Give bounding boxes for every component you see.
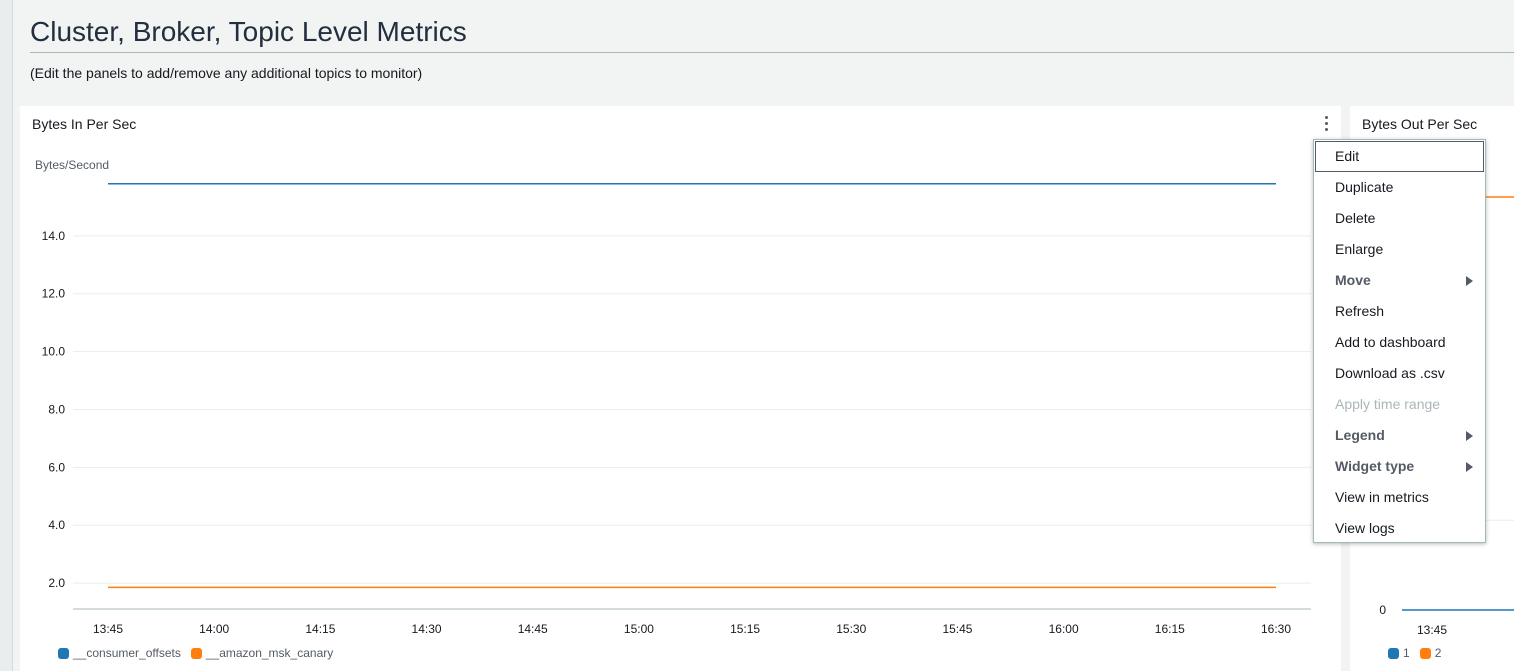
section-divider	[30, 52, 1514, 53]
submenu-caret-icon	[1466, 462, 1473, 472]
x-tick-label: 15:00	[624, 622, 654, 636]
x-tick-label: 13:45	[1417, 623, 1447, 637]
section-title: Cluster, Broker, Topic Level Metrics	[30, 16, 467, 47]
menu-item-delete[interactable]: Delete	[1314, 203, 1485, 234]
menu-item-label: Move	[1335, 272, 1371, 288]
menu-item-enlarge[interactable]: Enlarge	[1314, 234, 1485, 265]
x-tick-label: 14:30	[412, 622, 442, 636]
menu-item-label: Duplicate	[1335, 179, 1394, 195]
legend-item-amazon-msk-canary[interactable]: __amazon_msk_canary	[190, 646, 334, 660]
section-header: Cluster, Broker, Topic Level Metrics (Ed…	[18, 0, 1514, 104]
legend-label: __consumer_offsets	[73, 646, 181, 660]
x-tick-label: 16:00	[1049, 622, 1079, 636]
x-tick-label: 15:30	[836, 622, 866, 636]
legend-item-consumer-offsets[interactable]: __consumer_offsets	[58, 646, 181, 660]
x-tick-label: 16:30	[1261, 622, 1291, 636]
menu-item-apply-time-range: Apply time range	[1314, 389, 1485, 420]
legend-label: 2	[1434, 646, 1442, 660]
menu-item-label: View logs	[1335, 520, 1395, 536]
bytes-in-chart: 2.0 4.0 6.0 8.0 10.0 12.0 14.0 13:45 14:00 14:15 1…	[42, 183, 1311, 636]
legend-swatch	[1419, 647, 1431, 659]
menu-item-label: Apply time range	[1335, 396, 1441, 412]
legend-label: 1	[1403, 646, 1410, 660]
section-description: (Edit the panels to add/remove any addit…	[30, 65, 423, 81]
submenu-caret-icon	[1466, 276, 1473, 286]
menu-item-download-csv[interactable]: Download as .csv	[1314, 358, 1485, 389]
menu-item-label: Widget type	[1335, 458, 1415, 474]
x-tick-label: 14:00	[199, 622, 229, 636]
submenu-caret-icon	[1466, 431, 1473, 441]
left-edge-strip	[0, 0, 13, 671]
widget-context-menu: Edit Duplicate Delete Enlarge Move Refre…	[1313, 139, 1486, 543]
menu-item-label: Delete	[1335, 210, 1376, 226]
legend-swatch	[190, 647, 202, 659]
menu-item-add-to-dashboard[interactable]: Add to dashboard	[1314, 327, 1485, 358]
menu-item-label: Enlarge	[1335, 241, 1384, 257]
menu-item-widget-type[interactable]: Widget type	[1314, 451, 1485, 482]
menu-item-legend[interactable]: Legend	[1314, 420, 1485, 451]
menu-item-edit[interactable]: Edit	[1315, 141, 1484, 172]
x-tick-label: 14:45	[518, 622, 548, 636]
widget-bytes-in-per-sec[interactable]: Bytes In Per Sec Bytes/Second 2.0 4.0 6.0 8…	[20, 106, 1341, 671]
legend-swatch	[58, 647, 69, 659]
x-tick-label: 15:15	[730, 622, 760, 636]
y-tick-label: 4.0	[48, 518, 65, 532]
menu-item-label: Edit	[1335, 148, 1360, 164]
legend-item-2[interactable]: 2	[1419, 646, 1442, 660]
y-tick-label: 12.0	[42, 287, 66, 301]
legend-item-1[interactable]: 1	[1388, 646, 1410, 660]
y-tick-label: 0	[1379, 603, 1386, 617]
y-tick-label: 10.0	[42, 345, 66, 359]
menu-item-label: Add to dashboard	[1335, 334, 1446, 350]
menu-item-duplicate[interactable]: Duplicate	[1314, 172, 1485, 203]
menu-item-label: Legend	[1335, 427, 1385, 443]
y-tick-label: 6.0	[48, 460, 65, 474]
menu-item-view-logs[interactable]: View logs	[1314, 513, 1485, 544]
y-tick-label: 2.0	[48, 576, 65, 590]
menu-item-view-in-metrics[interactable]: View in metrics	[1314, 482, 1485, 513]
menu-item-label: View in metrics	[1335, 489, 1429, 505]
chart-legend: 1 2	[1388, 646, 1441, 660]
chart-legend: __consumer_offsets __amazon_msk_canary	[58, 646, 333, 660]
y-tick-label: 14.0	[42, 229, 66, 243]
legend-swatch	[1388, 647, 1399, 659]
x-tick-label: 13:45	[93, 622, 123, 636]
x-tick-label: 14:15	[305, 622, 335, 636]
y-tick-label: 8.0	[48, 402, 65, 416]
menu-item-move[interactable]: Move	[1314, 265, 1485, 296]
x-tick-label: 15:45	[942, 622, 972, 636]
menu-item-label: Refresh	[1335, 303, 1385, 319]
x-tick-label: 16:15	[1155, 622, 1185, 636]
menu-item-label: Download as .csv	[1335, 365, 1445, 381]
legend-label: __amazon_msk_canary	[205, 646, 334, 660]
menu-item-refresh[interactable]: Refresh	[1314, 296, 1485, 327]
